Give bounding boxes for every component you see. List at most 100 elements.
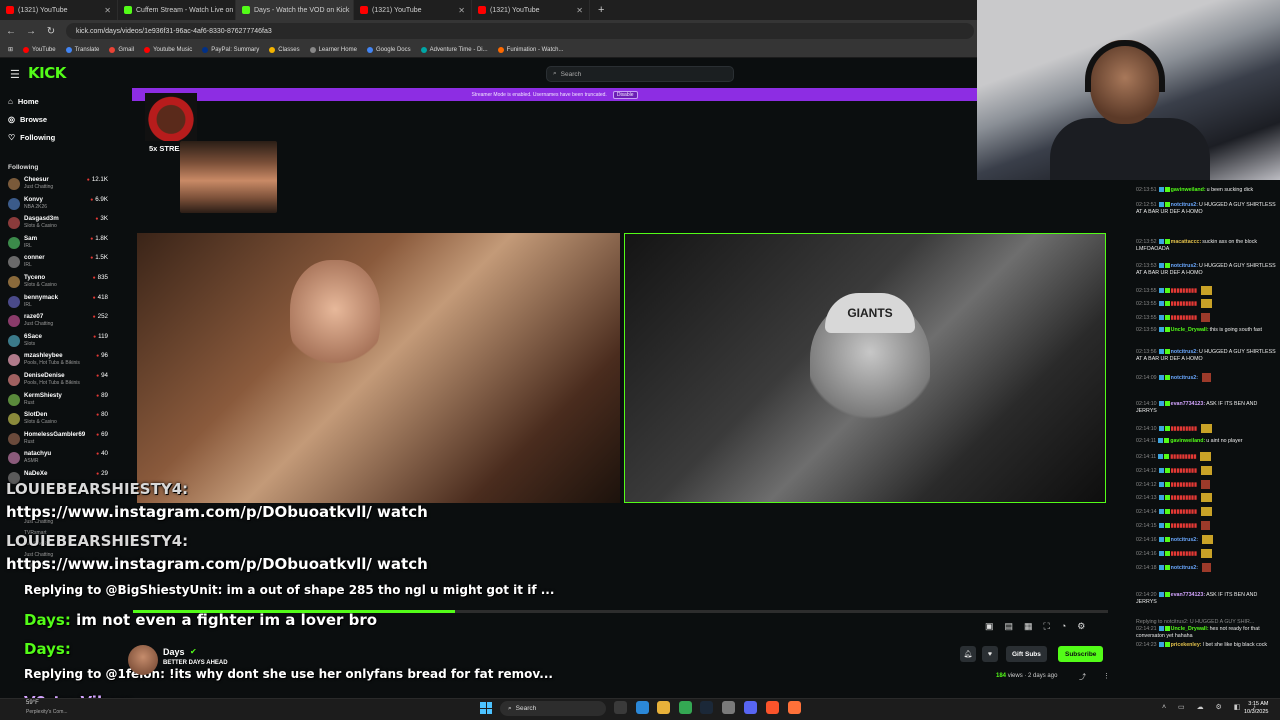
steam-icon[interactable]	[700, 701, 713, 714]
chat-username[interactable]: ▮▮▮▮▮▮▮▮▮	[1171, 315, 1197, 321]
chat-message[interactable]: 02:14:11 ▮▮▮▮▮▮▮▮▮	[1136, 452, 1276, 461]
chat-username[interactable]: notcitrus2:	[1171, 263, 1198, 269]
browser-tab[interactable]: (1321) YouTube ✕	[472, 0, 590, 20]
weather-widget[interactable]: 59°F	[26, 700, 39, 706]
forward-icon[interactable]: →	[26, 26, 36, 37]
chat-username[interactable]: macattaccc:	[1171, 239, 1202, 245]
chat-message[interactable]: 02:14:23 pricekenley:I bet she like big b…	[1136, 642, 1276, 649]
chat-username[interactable]: ▮▮▮▮▮▮▮▮▮	[1171, 288, 1197, 294]
bookmark-item[interactable]: Youtube Music	[144, 46, 192, 53]
chat-message[interactable]: 02:13:55 ▮▮▮▮▮▮▮▮▮	[1136, 286, 1276, 295]
chat-username[interactable]: ▮▮▮▮▮▮▮▮▮	[1171, 301, 1197, 307]
chat-message[interactable]: 02:12:51 notcitrus2:U HUGGED A GUY SHIRTL…	[1136, 202, 1276, 216]
chat-username[interactable]: gavinweiland:	[1170, 438, 1205, 444]
chat-message[interactable]: 02:14:10 ▮▮▮▮▮▮▮▮▮	[1136, 424, 1276, 433]
chat-username[interactable]: pricekenley:	[1171, 642, 1202, 648]
browser-tab[interactable]: Cuffem Stream - Watch Live on✕	[118, 0, 236, 20]
app-icon[interactable]	[722, 701, 735, 714]
subscribe-button[interactable]: Subscribe	[1058, 646, 1104, 662]
new-tab-icon[interactable]: +	[590, 4, 612, 16]
bookmark-item[interactable]: PayPal: Summary	[202, 46, 259, 53]
apps-icon[interactable]: ⊞	[8, 46, 13, 53]
chat-username[interactable]: ▮▮▮▮▮▮▮▮▮	[1171, 551, 1197, 557]
chat-message[interactable]: 02:13:59 Uncle_Drywall:this is going sout…	[1136, 327, 1276, 334]
notification-button[interactable]: 🔔︎	[960, 646, 976, 662]
following-item[interactable]: connerIRL 1.5K	[8, 254, 108, 274]
chat-username[interactable]: notcitrus2:	[1171, 202, 1198, 208]
chat-username[interactable]: notcitrus2:	[1171, 537, 1198, 543]
chat-message[interactable]: 02:14:12 ▮▮▮▮▮▮▮▮▮	[1136, 480, 1276, 489]
chat-username[interactable]: evan7734123:	[1171, 592, 1205, 598]
kick-logo[interactable]: KICK	[28, 64, 66, 82]
following-item[interactable]: mzashleybeePools, Hot Tubs & Bikinis 96	[8, 352, 108, 372]
following-item[interactable]: 6SaceSlots 119	[8, 333, 108, 353]
chat-username[interactable]: notcitrus2:	[1171, 565, 1198, 571]
chat-message[interactable]: 02:14:14 ▮▮▮▮▮▮▮▮▮	[1136, 507, 1276, 516]
follow-button[interactable]: ♥	[982, 646, 998, 662]
share-icon[interactable]: ⤴	[1079, 672, 1086, 682]
following-item[interactable]: Dasgasd3mSlots & Casino 3K	[8, 215, 108, 235]
browser-tab[interactable]: (1321) YouTube ✕	[0, 0, 118, 20]
chat-username[interactable]: evan7734123:	[1171, 401, 1205, 407]
chat-message[interactable]: Replying to notcitrus2: U HUGGED A GUY S…	[1136, 619, 1276, 640]
chat-username[interactable]: ▮▮▮▮▮▮▮▮▮	[1171, 523, 1197, 529]
brave-icon[interactable]	[766, 701, 779, 714]
chat-message[interactable]: 02:13:56 notcitrus2:U HUGGED A GUY SHIRTL…	[1136, 349, 1276, 363]
task-view-icon[interactable]	[614, 701, 627, 714]
browser-tab[interactable]: (1321) YouTube ✕	[354, 0, 472, 20]
sidebar-item-browse[interactable]: ◎ Browse	[8, 115, 47, 124]
chrome-icon[interactable]	[679, 701, 692, 714]
taskbar-search[interactable]: ⌕ Search	[500, 701, 606, 716]
close-icon[interactable]: ✕	[576, 6, 583, 15]
gift-subs-button[interactable]: Gift Subs	[1006, 646, 1047, 662]
chat-username[interactable]: ▮▮▮▮▮▮▮▮▮	[1171, 509, 1197, 515]
channel-name[interactable]: Days	[163, 647, 185, 657]
fullscreen-icon[interactable]: ⛶	[1044, 621, 1050, 632]
chat-message[interactable]: 02:14:13 ▮▮▮▮▮▮▮▮▮	[1136, 493, 1276, 502]
chat-username[interactable]: notcitrus2:	[1171, 375, 1198, 381]
chat-message[interactable]: 02:13:55 ▮▮▮▮▮▮▮▮▮	[1136, 313, 1276, 322]
chat-message[interactable]: 02:13:52 macattaccc:suckin ass on the blo…	[1136, 239, 1276, 253]
following-item[interactable]: DeniseDenisePools, Hot Tubs & Bikinis 94	[8, 372, 108, 392]
following-item[interactable]: KermShiestyRust 89	[8, 392, 108, 412]
browser-tab[interactable]: Days - Watch the VOD on Kick✕	[236, 0, 354, 20]
settings-icon[interactable]: ⚙	[1077, 621, 1085, 632]
back-icon[interactable]: ←	[6, 26, 16, 37]
following-item[interactable]: KonvyNBA 2K26 6.9K	[8, 196, 108, 216]
following-item[interactable]: raze07Just Chatting 252	[8, 313, 108, 333]
chat-username[interactable]: Uncle_Drywall:	[1171, 327, 1209, 333]
edge-icon[interactable]	[636, 701, 649, 714]
sidebar-item-home[interactable]: ⌂ Home	[8, 97, 39, 106]
channel-avatar[interactable]	[128, 645, 158, 675]
close-icon[interactable]: ✕	[458, 6, 465, 15]
close-icon[interactable]: ✕	[104, 6, 111, 15]
chat-message[interactable]: 02:14:20 evan7734123:ASK IF ITS BEN AND J…	[1136, 592, 1276, 606]
bookmark-item[interactable]: Gmail	[109, 46, 134, 53]
bookmark-item[interactable]: Translate	[65, 46, 99, 53]
start-button[interactable]	[480, 702, 492, 714]
clip-icon[interactable]: ▣	[985, 621, 994, 632]
following-item[interactable]: TycenoSlots & Casino 835	[8, 274, 108, 294]
chat-message[interactable]: 02:14:16 notcitrus2:	[1136, 535, 1276, 544]
bookmark-item[interactable]: Google Docs	[366, 46, 411, 53]
chat-message[interactable]: 02:13:51 gavinweiland:u been sucking dick	[1136, 187, 1276, 194]
discord-icon[interactable]	[744, 701, 757, 714]
reload-icon[interactable]: ↻	[46, 26, 56, 37]
bookmark-item[interactable]: YouTube	[23, 46, 56, 53]
following-item[interactable]: SamIRL 1.8K	[8, 235, 108, 255]
chat-username[interactable]: ▮▮▮▮▮▮▮▮▮	[1170, 454, 1196, 460]
chat-message[interactable]: 02:13:55 ▮▮▮▮▮▮▮▮▮	[1136, 299, 1276, 308]
theater-icon[interactable]: ▤	[1005, 621, 1014, 632]
chat-message[interactable]: 02:14:09 notcitrus2:	[1136, 373, 1276, 382]
chat-username[interactable]: ▮▮▮▮▮▮▮▮▮	[1171, 482, 1197, 488]
search-input[interactable]: ⌕ Search	[546, 66, 734, 82]
chat-username[interactable]: Uncle_Drywall:	[1171, 626, 1209, 632]
bookmark-item[interactable]: Learner Home	[309, 46, 357, 53]
chat-message[interactable]: 02:14:12 ▮▮▮▮▮▮▮▮▮	[1136, 466, 1276, 475]
url-field[interactable]: kick.com/days/videos/1e936f31-96ac-4af6-…	[66, 23, 974, 39]
following-item[interactable]: bennymackIRL 418	[8, 294, 108, 314]
following-item[interactable]: natachyuASMR 40	[8, 450, 108, 470]
chat-username[interactable]: gavinweiland:	[1171, 187, 1206, 193]
chat-message[interactable]: 02:14:18 notcitrus2:	[1136, 563, 1276, 572]
chat-username[interactable]: ▮▮▮▮▮▮▮▮▮	[1171, 426, 1197, 432]
